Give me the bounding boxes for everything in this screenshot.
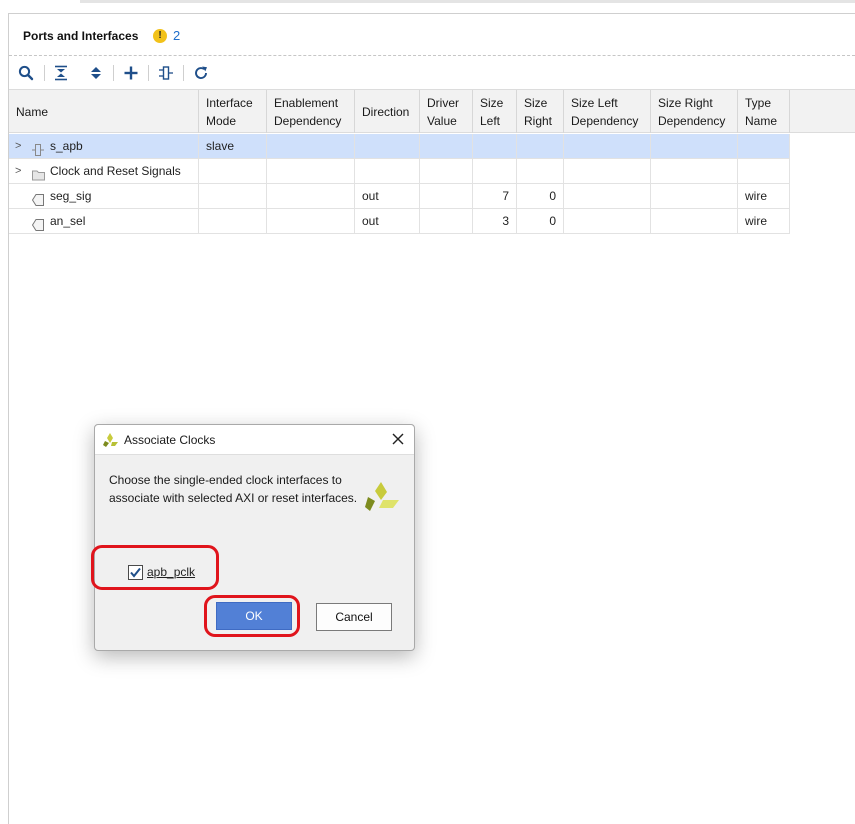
table-row[interactable]: > s_apb slave	[9, 134, 790, 159]
cell-size-right[interactable]	[517, 134, 564, 158]
cell-driver-value[interactable]	[420, 209, 473, 233]
cell-type-name[interactable]	[738, 159, 790, 183]
row-name: seg_sig	[50, 189, 92, 203]
row-name: Clock and Reset Signals	[50, 164, 181, 178]
cell-interface-mode[interactable]	[199, 184, 267, 208]
toolbar-separator	[44, 65, 45, 81]
cell-name[interactable]: seg_sig	[9, 184, 199, 208]
cell-direction[interactable]: out	[355, 209, 420, 233]
table-row[interactable]: > Clock and Reset Signals	[9, 159, 790, 184]
cell-size-left-dependency[interactable]	[564, 209, 651, 233]
toolbar-separator	[113, 65, 114, 81]
column-header-direction[interactable]: Direction	[355, 90, 420, 133]
cell-size-right[interactable]: 0	[517, 209, 564, 233]
chevron-right-icon[interactable]: >	[15, 159, 21, 183]
toolbar-separator	[183, 65, 184, 81]
row-name: an_sel	[50, 214, 86, 228]
cell-type-name[interactable]	[738, 134, 790, 158]
panel-toolbar	[9, 57, 855, 89]
column-header-size-left[interactable]: Size Left	[473, 90, 517, 133]
cell-size-right-dependency[interactable]	[651, 159, 738, 183]
cell-driver-value[interactable]	[420, 134, 473, 158]
table-header: Name Interface Mode Enablement Dependency …	[9, 89, 855, 133]
warning-count[interactable]: 2	[173, 28, 180, 43]
column-header-size-right-dependency[interactable]: Size Right Dependency	[651, 90, 738, 133]
cell-size-left[interactable]: 7	[473, 184, 517, 208]
panel-title: Ports and Interfaces	[23, 29, 139, 43]
cell-interface-mode[interactable]	[199, 159, 267, 183]
column-header-size-right[interactable]: Size Right	[517, 90, 564, 133]
column-header-enablement-dependency[interactable]: Enablement Dependency	[267, 90, 355, 133]
cell-direction[interactable]: out	[355, 184, 420, 208]
chevron-right-icon[interactable]: >	[15, 134, 21, 158]
cell-size-left-dependency[interactable]	[564, 184, 651, 208]
cell-enablement[interactable]	[267, 184, 355, 208]
column-header-name[interactable]: Name	[9, 90, 199, 133]
cell-size-left[interactable]: 3	[473, 209, 517, 233]
cell-interface-mode[interactable]: slave	[199, 134, 267, 158]
column-header-size-left-dependency[interactable]: Size Left Dependency	[564, 90, 651, 133]
map-ports-icon[interactable]	[154, 61, 178, 85]
cell-size-right-dependency[interactable]	[651, 184, 738, 208]
cell-driver-value[interactable]	[420, 184, 473, 208]
cell-size-right[interactable]: 0	[517, 184, 564, 208]
expand-all-icon[interactable]	[84, 61, 108, 85]
cell-size-right-dependency[interactable]	[651, 134, 738, 158]
dialog-message: Choose the single-ended clock interfaces…	[109, 473, 358, 505]
collapse-all-icon[interactable]	[49, 61, 73, 85]
associate-clocks-dialog: Associate Clocks Choose the single-ended…	[94, 424, 415, 651]
cell-enablement[interactable]	[267, 209, 355, 233]
dialog-titlebar[interactable]: Associate Clocks	[95, 425, 414, 455]
cell-size-left-dependency[interactable]	[564, 159, 651, 183]
apb-pclk-label[interactable]: apb_pclk	[147, 565, 195, 580]
cell-interface-mode[interactable]	[199, 209, 267, 233]
column-header-type-name[interactable]: Type Name	[738, 90, 790, 133]
cell-size-left[interactable]	[473, 134, 517, 158]
cell-type-name[interactable]: wire	[738, 184, 790, 208]
cell-size-left[interactable]	[473, 159, 517, 183]
cell-name[interactable]: > s_apb	[9, 134, 199, 158]
cell-size-right-dependency[interactable]	[651, 209, 738, 233]
add-icon[interactable]	[119, 61, 143, 85]
row-name: s_apb	[50, 139, 83, 153]
cell-name[interactable]: an_sel	[9, 209, 199, 233]
cell-driver-value[interactable]	[420, 159, 473, 183]
search-icon[interactable]	[14, 61, 38, 85]
cell-enablement[interactable]	[267, 159, 355, 183]
ok-button[interactable]: OK	[216, 602, 292, 630]
toolbar-separator	[148, 65, 149, 81]
table-row[interactable]: an_sel out 3 0 wire	[9, 209, 790, 234]
cell-direction[interactable]	[355, 134, 420, 158]
column-header-interface-mode[interactable]: Interface Mode	[199, 90, 267, 133]
panel-header: Ports and Interfaces ! 2	[9, 14, 855, 56]
cell-size-left-dependency[interactable]	[564, 134, 651, 158]
cell-name[interactable]: > Clock and Reset Signals	[9, 159, 199, 183]
column-header-driver-value[interactable]: Driver Value	[420, 90, 473, 133]
cell-type-name[interactable]: wire	[738, 209, 790, 233]
cell-size-right[interactable]	[517, 159, 564, 183]
top-window-strip	[80, 0, 855, 3]
refresh-icon[interactable]	[189, 61, 213, 85]
output-port-icon	[31, 215, 44, 239]
xilinx-logo-icon	[103, 432, 119, 451]
warning-icon[interactable]: !	[153, 29, 167, 43]
close-icon[interactable]	[390, 431, 406, 447]
dialog-title: Associate Clocks	[124, 433, 216, 447]
cell-direction[interactable]	[355, 159, 420, 183]
table-row[interactable]: seg_sig out 7 0 wire	[9, 184, 790, 209]
cell-enablement[interactable]	[267, 134, 355, 158]
xilinx-logo-icon	[365, 480, 401, 517]
apb-pclk-checkbox[interactable]	[128, 565, 143, 580]
cancel-button[interactable]: Cancel	[316, 603, 392, 631]
